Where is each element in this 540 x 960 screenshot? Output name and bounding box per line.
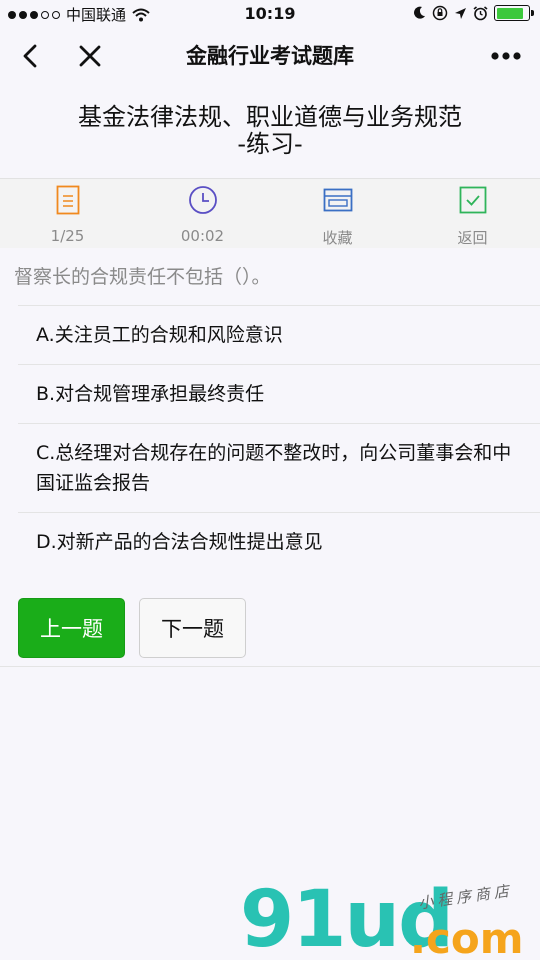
page-title: 金融行业考试题库 — [186, 44, 354, 68]
tool-favorite[interactable]: 收藏 — [270, 179, 405, 248]
exam-title: 基金法律法规、职业道德与业务规范 -练习- — [20, 104, 520, 158]
progress-label: 1/25 — [50, 227, 85, 245]
moon-icon — [414, 6, 425, 19]
tool-timer[interactable]: 00:02 — [135, 179, 270, 248]
favorite-label: 收藏 — [322, 229, 353, 247]
nav-buttons: 上一题 下一题 — [18, 598, 246, 658]
nav-bar: 金融行业考试题库 — [0, 30, 540, 80]
option-d[interactable]: D.对新产品的合法合规性提出意见 — [18, 512, 540, 571]
clock-icon — [188, 185, 218, 215]
watermark-logo: 91ud 小程序商店 .com — [240, 880, 540, 960]
battery-icon — [494, 5, 534, 21]
option-c[interactable]: C.总经理对合规存在的问题不整改时，向公司董事会和中国证监会报告 — [18, 423, 540, 512]
battery-fill — [496, 7, 523, 19]
tool-progress[interactable]: 1/25 — [0, 179, 135, 248]
divider — [0, 666, 540, 667]
more-button[interactable] — [486, 36, 526, 76]
prev-question-button[interactable]: 上一题 — [18, 598, 125, 658]
exam-toolbar: 1/25 00:02 收藏 返回 — [0, 178, 540, 248]
option-a[interactable]: A.关注员工的合规和风险意识 — [18, 305, 540, 364]
location-icon — [455, 7, 466, 19]
question-text: 督察长的合规责任不包括（）。 — [14, 266, 271, 288]
next-question-button[interactable]: 下一题 — [139, 598, 246, 658]
lock-rotation-icon — [432, 5, 448, 21]
return-label: 返回 — [457, 229, 488, 247]
alarm-icon — [473, 5, 488, 20]
exam-title-line1: 基金法律法规、职业道德与业务规范 — [78, 103, 462, 131]
option-b[interactable]: B.对合规管理承担最终责任 — [18, 364, 540, 423]
options-list: A.关注员工的合规和风险意识 B.对合规管理承担最终责任 C.总经理对合规存在的… — [18, 305, 540, 571]
more-dots-icon — [491, 52, 521, 60]
exam-title-line2: -练习- — [237, 130, 303, 158]
bookmark-icon — [323, 185, 353, 215]
status-right — [412, 5, 534, 21]
tool-return[interactable]: 返回 — [405, 179, 540, 248]
timer-label: 00:02 — [180, 227, 225, 245]
document-icon — [53, 185, 83, 215]
status-bar: 中国联通 10:19 — [0, 0, 540, 30]
check-box-icon — [458, 185, 488, 215]
watermark-suffix: .com — [410, 914, 524, 960]
